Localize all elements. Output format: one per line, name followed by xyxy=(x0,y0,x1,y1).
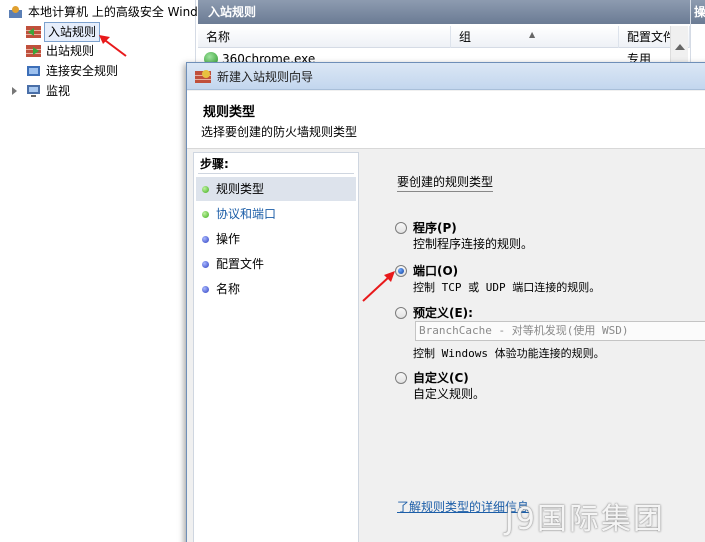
option-port-desc: 控制 TCP 或 UDP 端口连接的规则。 xyxy=(413,281,601,294)
sort-ascending-icon: ▲ xyxy=(529,30,536,39)
step-bullet-icon xyxy=(202,236,209,243)
step-protocol-and-ports[interactable]: 协议和端口 xyxy=(196,202,356,226)
radio-predefined[interactable] xyxy=(395,307,407,319)
monitor-icon xyxy=(27,85,40,97)
step-label: 协议和端口 xyxy=(216,207,277,221)
step-current-bullet-icon xyxy=(202,186,209,193)
step-label: 规则类型 xyxy=(216,182,265,196)
tree-item-label: 入站规则 xyxy=(44,22,101,42)
step-label: 操作 xyxy=(216,232,241,246)
option-program-label[interactable]: 程序(P) xyxy=(413,219,457,236)
option-predefined-desc: 控制 Windows 体验功能连接的规则。 xyxy=(413,347,605,360)
tree-item-label: 出站规则 xyxy=(46,44,95,58)
wizard-heading: 规则类型 xyxy=(203,105,256,120)
step-rule-type[interactable]: 规则类型 xyxy=(196,177,356,201)
tree-item-label: 连接安全规则 xyxy=(46,64,119,78)
predefined-rule-select[interactable]: BranchCache - 对等机发现(使用 WSD) xyxy=(415,321,705,341)
column-header-group[interactable]: 组 ▲ xyxy=(451,26,619,48)
column-header-name[interactable]: 名称 xyxy=(198,26,451,48)
radio-custom[interactable] xyxy=(395,372,407,384)
option-custom-label[interactable]: 自定义(C) xyxy=(413,369,469,386)
annotation-arrow-icon xyxy=(99,35,127,57)
step-label: 配置文件 xyxy=(216,257,265,271)
step-bullet-icon xyxy=(202,211,209,218)
step-bullet-icon xyxy=(202,286,209,293)
console-tree: 本地计算机 上的高级安全 Windows 防火墙 入站规则 出站规则 连接安全规… xyxy=(0,0,198,542)
list-pane-title: 入站规则 xyxy=(198,0,690,24)
rule-type-panel: 要创建的规则类型 程序(P) 控制程序连接的规则。 端口(O) 控制 TCP 或… xyxy=(361,152,705,542)
expand-arrow-icon[interactable] xyxy=(12,87,17,95)
connection-security-icon xyxy=(27,66,40,76)
radio-program[interactable] xyxy=(395,222,407,234)
wizard-header: 规则类型 选择要创建的防火墙规则类型 xyxy=(187,91,705,149)
rule-type-prompt: 要创建的规则类型 xyxy=(397,173,494,192)
column-header-label: 组 xyxy=(459,30,472,44)
step-label: 名称 xyxy=(216,282,241,296)
outbound-rules-icon xyxy=(26,45,41,57)
option-custom-desc: 自定义规则。 xyxy=(413,387,486,401)
tree-root[interactable]: 本地计算机 上的高级安全 Windows 防火墙 xyxy=(8,3,198,21)
wizard-firewall-icon xyxy=(195,70,211,83)
column-headers: 名称 组 ▲ 配置文件 xyxy=(198,26,690,48)
steps-title: 步骤: xyxy=(200,157,229,171)
step-profile: 配置文件 xyxy=(196,252,356,276)
firewall-icon xyxy=(9,6,22,18)
watermark: J9国际集团 xyxy=(505,502,665,537)
step-name: 名称 xyxy=(196,277,356,301)
step-bullet-icon xyxy=(202,261,209,268)
actions-pane-title: 操作 xyxy=(691,0,705,24)
new-inbound-rule-wizard: 新建入站规则向导 规则类型 选择要创建的防火墙规则类型 步骤: 规则类型 协议和… xyxy=(186,62,705,542)
steps-panel: 步骤: 规则类型 协议和端口 操作 配置文件 名称 xyxy=(193,152,359,542)
wizard-subheading: 选择要创建的防火墙规则类型 xyxy=(201,125,358,139)
option-port-label[interactable]: 端口(O) xyxy=(413,262,458,279)
annotation-arrow-icon xyxy=(362,271,395,302)
steps-divider xyxy=(198,173,354,174)
option-program-desc: 控制程序连接的规则。 xyxy=(413,237,534,251)
option-predefined-label[interactable]: 预定义(E): xyxy=(413,304,473,321)
wizard-titlebar[interactable]: 新建入站规则向导 xyxy=(187,63,705,90)
inbound-rules-icon xyxy=(26,26,41,38)
tree-item-label: 监视 xyxy=(46,84,71,98)
scroll-up-icon[interactable] xyxy=(675,44,685,50)
tree-root-label: 本地计算机 上的高级安全 Windows 防火墙 xyxy=(28,5,198,19)
wizard-title: 新建入站规则向导 xyxy=(217,70,314,84)
step-action: 操作 xyxy=(196,227,356,251)
